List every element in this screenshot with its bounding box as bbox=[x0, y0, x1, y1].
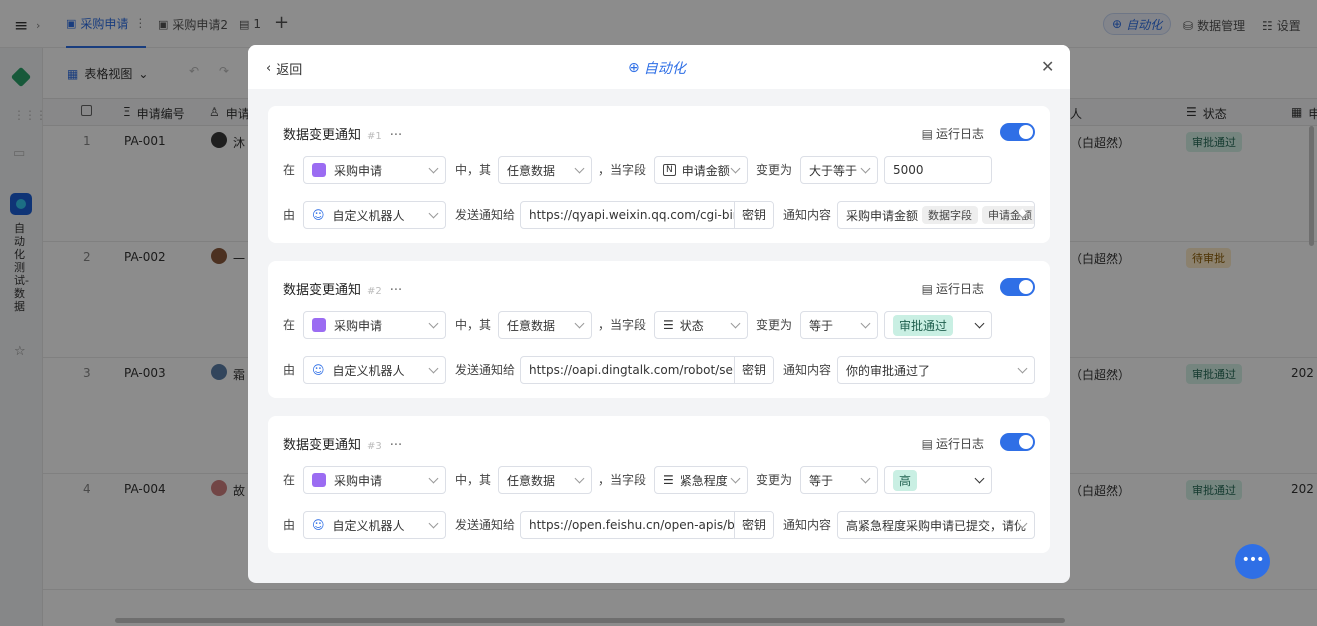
rule-toggle[interactable] bbox=[1000, 278, 1035, 296]
label-when-field: ，当字段 bbox=[598, 318, 647, 332]
label-content: 通知内容 bbox=[783, 208, 832, 222]
value-select[interactable]: 高 bbox=[884, 466, 992, 494]
operator-select[interactable]: 等于 bbox=[800, 311, 878, 339]
log-icon: ▤ bbox=[921, 436, 933, 451]
value-input[interactable]: 5000 bbox=[884, 156, 992, 184]
label-by: 由 bbox=[283, 208, 296, 222]
label-send-to: 发送通知给 bbox=[455, 208, 516, 222]
more-icon[interactable]: ··· bbox=[390, 128, 402, 143]
operator-select[interactable]: 大于等于 bbox=[800, 156, 878, 184]
record-select[interactable]: 任意数据 bbox=[498, 466, 592, 494]
robot-select[interactable]: ☺ 自定义机器人 bbox=[303, 511, 446, 539]
rule-toggle[interactable] bbox=[1000, 433, 1035, 451]
value-select[interactable]: 审批通过 bbox=[884, 311, 992, 339]
label-mid: 中，其 bbox=[455, 473, 492, 487]
rule-card-1: 数据变更通知 #1 ··· ▤ 运行日志 在 采购申请 中，其 任意数据 ，当字段 N… bbox=[268, 106, 1050, 243]
content-select[interactable]: 高紧急程度采购申请已提交，请优 bbox=[837, 511, 1035, 539]
rule-card-2: 数据变更通知 #2 ··· ▤ 运行日志 在 采购申请 中，其 任意数据 ，当字段 ☰… bbox=[268, 261, 1050, 398]
more-icon[interactable]: ··· bbox=[390, 438, 402, 453]
robot-icon: ☺ bbox=[312, 518, 325, 532]
rule-title: 数据变更通知 #2 ··· bbox=[283, 283, 403, 298]
label-send-to: 发送通知给 bbox=[455, 518, 516, 532]
rule-title: 数据变更通知 #1 ··· bbox=[283, 128, 403, 143]
modal-title: ⊕ 自动化 bbox=[628, 60, 686, 77]
label-change-to: 变更为 bbox=[756, 473, 793, 487]
table-icon bbox=[312, 163, 326, 177]
list-field-icon: ☰ bbox=[663, 318, 674, 332]
label-mid: 中，其 bbox=[455, 318, 492, 332]
modal-header: ‹ 返回 ⊕ 自动化 ✕ bbox=[248, 45, 1070, 89]
label-by: 由 bbox=[283, 518, 296, 532]
table-select[interactable]: 采购申请 bbox=[303, 311, 446, 339]
label-in: 在 bbox=[283, 163, 296, 177]
more-icon[interactable]: ··· bbox=[390, 283, 402, 298]
rule-title: 数据变更通知 #3 ··· bbox=[283, 438, 403, 453]
robot-icon: ☺ bbox=[312, 208, 325, 222]
label-in: 在 bbox=[283, 318, 296, 332]
table-icon bbox=[312, 318, 326, 332]
secret-button[interactable]: 密钥 bbox=[733, 202, 773, 228]
label-when-field: ，当字段 bbox=[598, 473, 647, 487]
more-actions-button[interactable]: ••• bbox=[1235, 544, 1270, 579]
value-chip: 高 bbox=[893, 469, 918, 491]
close-icon[interactable]: ✕ bbox=[1041, 57, 1054, 76]
rule-card-3: 数据变更通知 #3 ··· ▤ 运行日志 在 采购申请 中，其 任意数据 ，当字段 ☰… bbox=[268, 416, 1050, 553]
log-icon: ▤ bbox=[921, 281, 933, 296]
content-select[interactable]: 采购申请金额 数据字段 申请金额 bbox=[837, 201, 1035, 229]
list-field-icon: ☰ bbox=[663, 473, 674, 487]
content-select[interactable]: 你的审批通过了 bbox=[837, 356, 1035, 384]
value-chip: 审批通过 bbox=[893, 314, 954, 336]
table-icon bbox=[312, 473, 326, 487]
field-select[interactable]: ☰ 紧急程度 bbox=[654, 466, 748, 494]
run-log-button[interactable]: ▤ 运行日志 bbox=[922, 125, 984, 142]
table-select[interactable]: 采购申请 bbox=[303, 466, 446, 494]
label-content: 通知内容 bbox=[783, 518, 832, 532]
label-in: 在 bbox=[283, 473, 296, 487]
run-log-button[interactable]: ▤ 运行日志 bbox=[922, 435, 984, 452]
back-button[interactable]: ‹ 返回 bbox=[266, 59, 302, 78]
record-select[interactable]: 任意数据 bbox=[498, 311, 592, 339]
label-when-field: ，当字段 bbox=[598, 163, 647, 177]
number-field-icon: N bbox=[663, 164, 676, 176]
table-select[interactable]: 采购申请 bbox=[303, 156, 446, 184]
automation-icon: ⊕ bbox=[628, 60, 640, 76]
run-log-button[interactable]: ▤ 运行日志 bbox=[922, 280, 984, 297]
label-change-to: 变更为 bbox=[756, 163, 793, 177]
label-change-to: 变更为 bbox=[756, 318, 793, 332]
record-select[interactable]: 任意数据 bbox=[498, 156, 592, 184]
robot-select[interactable]: ☺ 自定义机器人 bbox=[303, 201, 446, 229]
secret-button[interactable]: 密钥 bbox=[733, 357, 773, 383]
webhook-input[interactable]: https://oapi.dingtalk.com/robot/send?acc… bbox=[520, 356, 774, 384]
webhook-input[interactable]: https://qyapi.weixin.qq.com/cgi-bin/webh… bbox=[520, 201, 774, 229]
label-content: 通知内容 bbox=[783, 363, 832, 377]
label-mid: 中，其 bbox=[455, 163, 492, 177]
chevron-left-icon: ‹ bbox=[266, 61, 272, 76]
operator-select[interactable]: 等于 bbox=[800, 466, 878, 494]
field-select[interactable]: N 申请金额 bbox=[654, 156, 748, 184]
automation-modal: ‹ 返回 ⊕ 自动化 ✕ 数据变更通知 #1 ··· ▤ 运行日志 在 采购申请 中，… bbox=[248, 45, 1070, 583]
webhook-input[interactable]: https://open.feishu.cn/open-apis/bot/v2/… bbox=[520, 511, 774, 539]
robot-icon: ☺ bbox=[312, 363, 325, 377]
label-by: 由 bbox=[283, 363, 296, 377]
log-icon: ▤ bbox=[921, 126, 933, 141]
rule-toggle[interactable] bbox=[1000, 123, 1035, 141]
robot-select[interactable]: ☺ 自定义机器人 bbox=[303, 356, 446, 384]
label-send-to: 发送通知给 bbox=[455, 363, 516, 377]
field-select[interactable]: ☰ 状态 bbox=[654, 311, 748, 339]
secret-button[interactable]: 密钥 bbox=[733, 512, 773, 538]
